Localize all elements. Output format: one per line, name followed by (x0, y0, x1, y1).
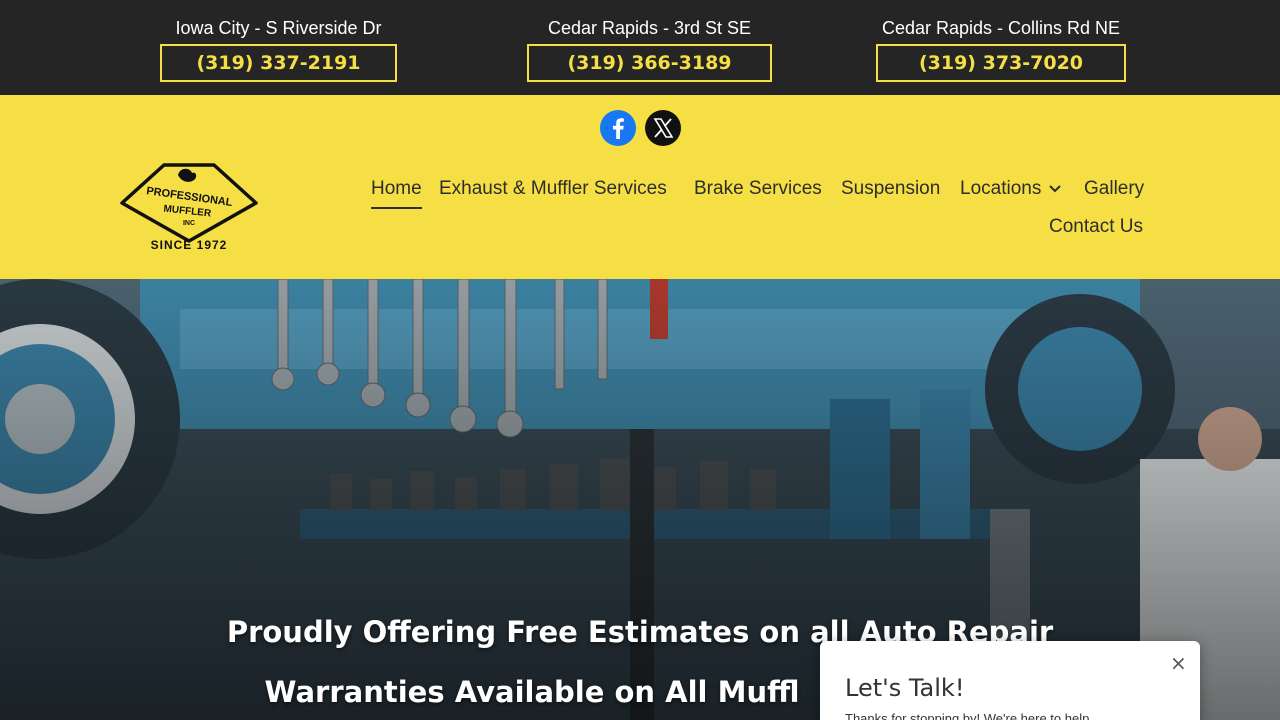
nav-gallery[interactable]: Gallery (1084, 177, 1144, 201)
chat-message: Thanks for stopping by! We're here to he… (845, 711, 1101, 720)
location-cedar-rapids-collins: Cedar Rapids - Collins Rd NE (319) 373-7… (876, 17, 1126, 82)
site-header: PROFESSIONAL MUFFLER INC SINCE 1972 Home… (0, 95, 1280, 279)
site-logo[interactable]: PROFESSIONAL MUFFLER INC SINCE 1972 (118, 161, 260, 253)
chat-title: Let's Talk! (845, 674, 965, 702)
phone-button[interactable]: (319) 373-7020 (876, 44, 1126, 82)
nav-suspension[interactable]: Suspension (841, 177, 940, 201)
location-iowa-city: Iowa City - S Riverside Dr (319) 337-219… (160, 17, 397, 82)
nav-exhaust-muffler[interactable]: Exhaust & Muffler Services (439, 177, 667, 201)
location-name: Iowa City - S Riverside Dr (175, 18, 382, 38)
top-bar: Iowa City - S Riverside Dr (319) 337-219… (0, 0, 1280, 95)
location-name: Cedar Rapids - 3rd St SE (547, 18, 752, 38)
phone-button[interactable]: (319) 366-3189 (527, 44, 772, 82)
location-cedar-rapids-3rd: Cedar Rapids - 3rd St SE (319) 366-3189 (527, 17, 772, 82)
nav-locations[interactable]: Locations (960, 177, 1062, 201)
x-icon (653, 118, 674, 138)
phone-button[interactable]: (319) 337-2191 (160, 44, 397, 82)
chat-widget[interactable]: Let's Talk! × Thanks for stopping by! We… (820, 641, 1200, 720)
nav-brake-services[interactable]: Brake Services (694, 177, 822, 201)
nav-home[interactable]: Home (371, 177, 422, 209)
facebook-link[interactable] (600, 110, 636, 146)
close-icon[interactable]: × (1170, 651, 1187, 675)
logo-line4: SINCE 1972 (151, 238, 228, 252)
logo-line3: INC (183, 220, 195, 227)
facebook-icon (613, 118, 624, 139)
nav-locations-label: Locations (960, 178, 1042, 199)
x-link[interactable] (645, 110, 681, 146)
chevron-down-icon (1049, 185, 1062, 193)
location-name: Cedar Rapids - Collins Rd NE (881, 18, 1121, 38)
nav-contact-us[interactable]: Contact Us (1049, 215, 1143, 239)
